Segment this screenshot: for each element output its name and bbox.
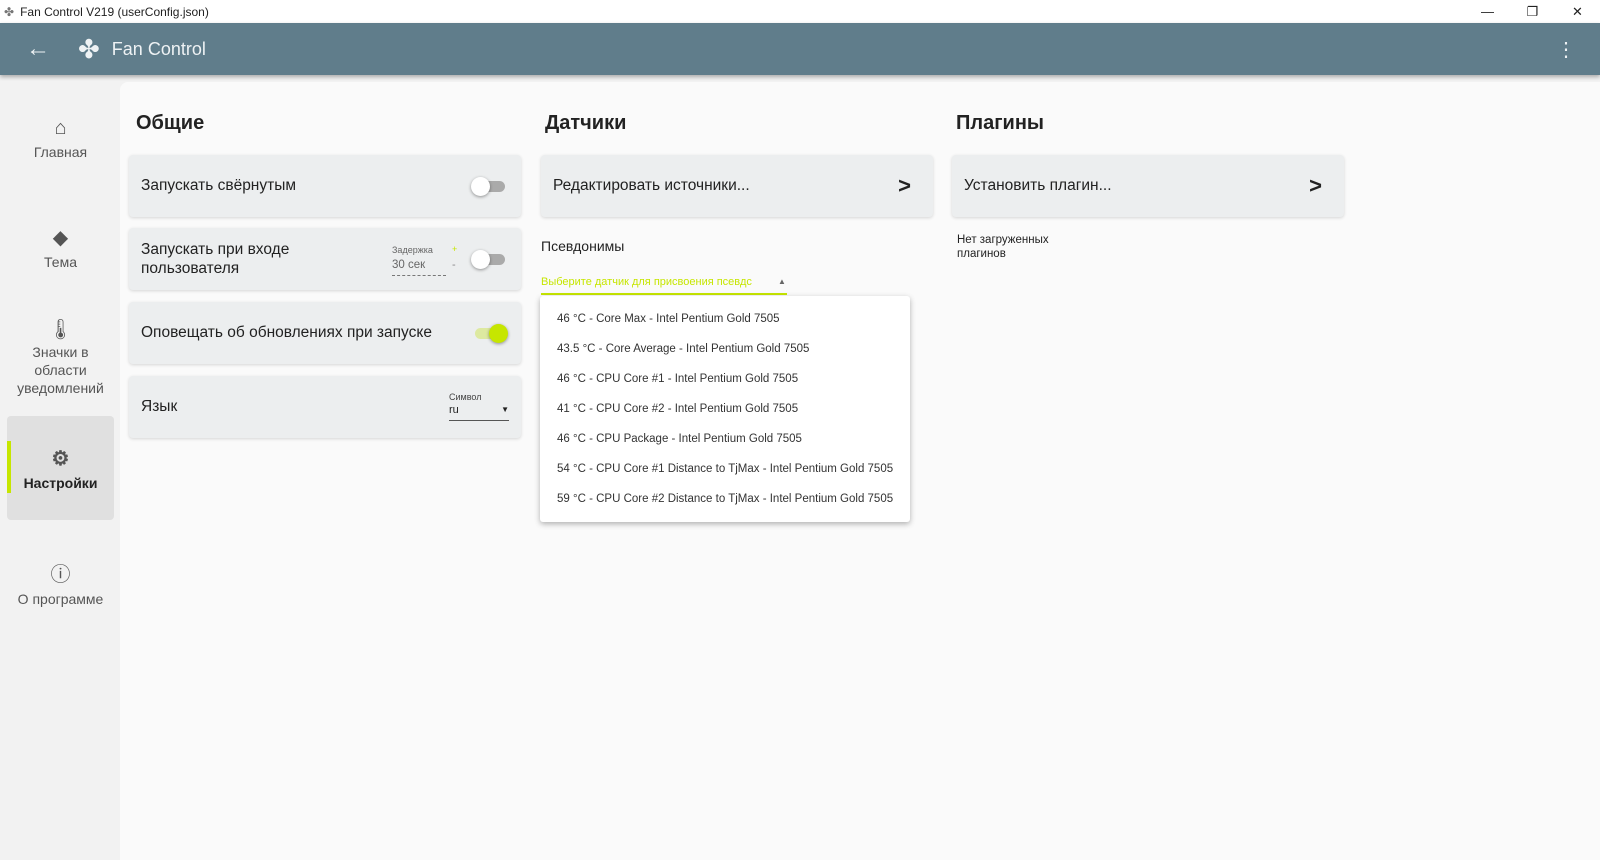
delay-input[interactable]: 30 сек xyxy=(392,256,446,276)
aliases-label: Псевдонимы xyxy=(541,238,625,254)
plugins-heading: Плагины xyxy=(956,112,1044,134)
edit-sources-button[interactable]: Редактировать источники... > xyxy=(541,155,933,217)
language-label: Язык xyxy=(141,398,178,415)
fan-icon: ✤ xyxy=(78,33,100,64)
more-menu-icon[interactable]: ⋮ xyxy=(1556,37,1576,62)
start-on-login-label: Запускать при входе пользователя xyxy=(141,241,290,277)
language-value: ru xyxy=(449,404,459,416)
dropdown-option[interactable]: 46 °C - Core Max - Intel Pentium Gold 75… xyxy=(540,304,910,334)
window-titlebar: ✤ Fan Control V219 (userConfig.json) xyxy=(0,0,1600,23)
maximize-button[interactable]: ❐ xyxy=(1510,0,1555,23)
chevron-right-icon: > xyxy=(898,173,911,198)
install-plugin-label: Установить плагин... xyxy=(964,177,1112,194)
start-minimized-label: Запускать свёрнутым xyxy=(141,177,297,194)
app-title: Fan Control xyxy=(111,38,206,59)
chevron-up-icon: ▲ xyxy=(778,277,786,286)
sidebar-item-theme[interactable]: ◆ Тема xyxy=(7,225,114,270)
window-title: Fan Control V219 (userConfig.json) xyxy=(20,4,209,19)
sidebar-item-settings[interactable]: ⚙ Настройки xyxy=(7,416,114,520)
edit-sources-label: Редактировать источники... xyxy=(553,177,750,194)
paint-bucket-icon: ◆ xyxy=(52,227,69,249)
home-icon: ⌂ xyxy=(54,117,67,139)
start-on-login-toggle[interactable] xyxy=(471,250,507,269)
start-minimized-row[interactable]: Запускать свёрнутым xyxy=(129,155,521,217)
sidebar-item-home[interactable]: ⌂ Главная xyxy=(7,117,114,160)
update-notify-label: Оповещать об обновлениях при запуске xyxy=(141,324,432,341)
update-notify-toggle[interactable] xyxy=(471,324,508,343)
sidebar-item-tray-icons[interactable]: 🌡 Значки в области уведомлений xyxy=(7,319,114,397)
start-on-login-row[interactable]: Запускать при входе пользователя Задержк… xyxy=(129,228,521,290)
sensor-dropdown-list: 46 °C - Core Max - Intel Pentium Gold 75… xyxy=(540,296,910,522)
gear-icon: ⚙ xyxy=(51,448,70,470)
sensor-alias-placeholder: Выберите датчик для присвоения псевдс xyxy=(541,276,752,288)
dropdown-option[interactable]: 46 °C - CPU Package - Intel Pentium Gold… xyxy=(540,424,910,454)
start-minimized-toggle[interactable] xyxy=(471,177,507,196)
language-select[interactable]: ru ▼ xyxy=(449,404,509,421)
sidebar-item-label: Главная xyxy=(33,144,88,160)
sidebar-item-label: О программе xyxy=(17,591,104,607)
language-field-label: Символ xyxy=(449,392,482,402)
thermometer-icon: 🌡 xyxy=(47,319,74,341)
language-row: Язык Символ ru ▼ xyxy=(129,376,521,438)
install-plugin-button[interactable]: Установить плагин... > xyxy=(952,155,1344,217)
info-icon: ⓘ xyxy=(50,564,71,586)
close-button[interactable]: ✕ xyxy=(1555,0,1600,23)
sensor-alias-select[interactable]: Выберите датчик для присвоения псевдс ▲ xyxy=(541,276,787,295)
sidebar-item-label: Настройки xyxy=(23,475,98,491)
sidebar-item-label: Тема xyxy=(44,254,77,270)
sidebar-item-about[interactable]: ⓘ О программе xyxy=(7,558,114,607)
app-bar: ← ✤ Fan Control ⋮ xyxy=(0,23,1600,75)
delay-decrease-button[interactable]: - xyxy=(452,256,456,275)
general-heading: Общие xyxy=(136,112,205,134)
dropdown-option[interactable]: 41 °C - CPU Core #2 - Intel Pentium Gold… xyxy=(540,394,910,424)
dropdown-option[interactable]: 43.5 °C - Core Average - Intel Pentium G… xyxy=(540,334,910,364)
dropdown-option[interactable]: 59 °C - CPU Core #2 Distance to TjMax - … xyxy=(540,484,910,514)
chevron-down-icon: ▼ xyxy=(501,405,509,414)
back-arrow-icon[interactable]: ← xyxy=(26,35,50,63)
dropdown-option[interactable]: 54 °C - CPU Core #1 Distance to TjMax - … xyxy=(540,454,910,484)
dropdown-option[interactable]: 46 °C - CPU Core #1 - Intel Pentium Gold… xyxy=(540,364,910,394)
update-notify-row[interactable]: Оповещать об обновлениях при запуске xyxy=(129,302,521,364)
app-icon: ✤ xyxy=(4,4,15,19)
minimize-button[interactable]: — xyxy=(1465,0,1510,23)
sidebar-item-label: Значки в области уведомлений xyxy=(17,344,104,396)
chevron-right-icon: > xyxy=(1309,173,1322,198)
no-plugins-text: Нет загруженных плагинов xyxy=(957,234,1049,260)
sidebar: ⌂ Главная ◆ Тема 🌡 Значки в области уведомл… xyxy=(0,75,120,860)
sensors-heading: Датчики xyxy=(545,112,627,134)
